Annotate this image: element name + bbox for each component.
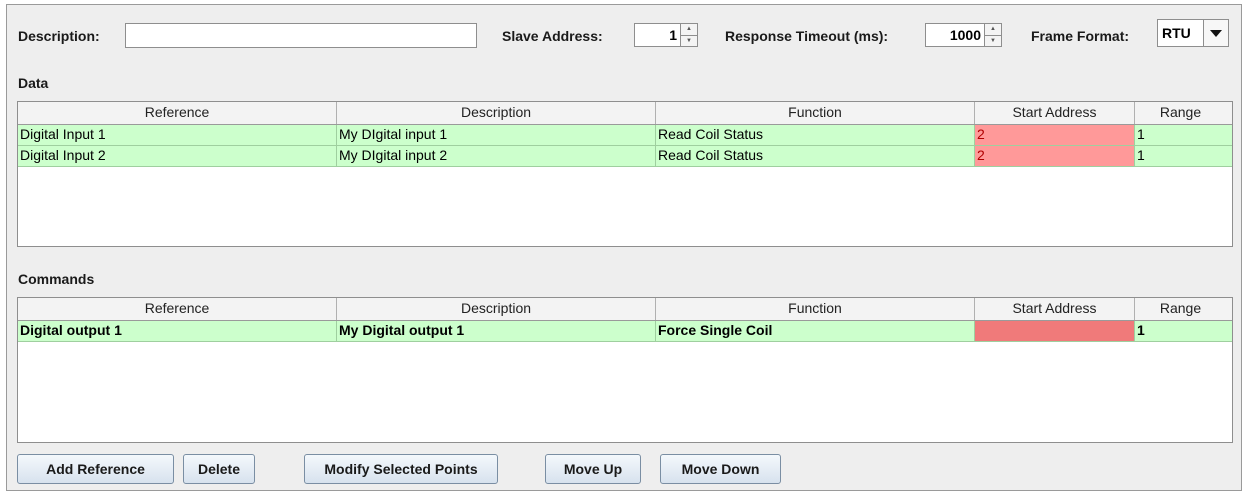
column-header-description[interactable]: Description xyxy=(337,102,656,124)
cell-function[interactable]: Force Single Coil xyxy=(656,321,975,341)
cell-range[interactable]: 1 xyxy=(1135,125,1226,145)
slave-address-spinner[interactable]: 1 ▲ ▼ xyxy=(634,23,698,47)
cell-description[interactable]: My DIgital input 1 xyxy=(337,125,656,145)
column-header-description[interactable]: Description xyxy=(337,298,656,320)
cell-range[interactable]: 1 xyxy=(1135,146,1226,166)
modify-selected-points-button[interactable]: Modify Selected Points xyxy=(304,454,498,484)
spinner-up-icon[interactable]: ▲ xyxy=(681,24,697,35)
cell-description[interactable]: My DIgital input 2 xyxy=(337,146,656,166)
description-label: Description: xyxy=(18,28,100,44)
response-timeout-spinner[interactable]: 1000 ▲ ▼ xyxy=(925,23,1002,47)
column-header-range[interactable]: Range xyxy=(1135,298,1226,320)
column-header-range[interactable]: Range xyxy=(1135,102,1226,124)
commands-section-title: Commands xyxy=(18,271,95,287)
frame-format-value: RTU xyxy=(1162,25,1191,41)
table-row[interactable]: Digital Input 2 My DIgital input 2 Read … xyxy=(18,146,1232,167)
cell-range[interactable]: 1 xyxy=(1135,321,1226,341)
column-header-start-address[interactable]: Start Address xyxy=(975,102,1135,124)
slave-address-label: Slave Address: xyxy=(502,28,603,44)
commands-table-header: Reference Description Function Start Add… xyxy=(18,298,1232,321)
column-header-reference[interactable]: Reference xyxy=(18,298,337,320)
cell-reference[interactable]: Digital Input 2 xyxy=(18,146,337,166)
spinner-down-icon[interactable]: ▼ xyxy=(681,34,697,46)
commands-table[interactable]: Reference Description Function Start Add… xyxy=(17,297,1233,443)
table-row[interactable]: Digital output 1 My Digital output 1 For… xyxy=(18,321,1232,342)
dropdown-arrow-icon[interactable] xyxy=(1203,20,1228,46)
response-timeout-label: Response Timeout (ms): xyxy=(725,28,889,44)
move-down-button[interactable]: Move Down xyxy=(660,454,781,484)
column-header-function[interactable]: Function xyxy=(656,102,975,124)
table-row[interactable]: Digital Input 1 My DIgital input 1 Read … xyxy=(18,125,1232,146)
cell-start-address[interactable] xyxy=(975,321,1135,341)
cell-start-address[interactable]: 2 xyxy=(975,146,1135,166)
cell-reference[interactable]: Digital output 1 xyxy=(18,321,337,341)
column-header-start-address[interactable]: Start Address xyxy=(975,298,1135,320)
response-timeout-value[interactable]: 1000 xyxy=(926,24,984,46)
column-header-function[interactable]: Function xyxy=(656,298,975,320)
frame-format-select[interactable]: RTU xyxy=(1157,19,1229,47)
cell-function[interactable]: Read Coil Status xyxy=(656,125,975,145)
spinner-down-icon[interactable]: ▼ xyxy=(985,34,1001,46)
cell-start-address[interactable]: 2 xyxy=(975,125,1135,145)
description-input[interactable] xyxy=(125,23,477,48)
spinner-up-icon[interactable]: ▲ xyxy=(985,24,1001,35)
cell-reference[interactable]: Digital Input 1 xyxy=(18,125,337,145)
data-table[interactable]: Reference Description Function Start Add… xyxy=(17,101,1233,247)
add-reference-button[interactable]: Add Reference xyxy=(17,454,174,484)
modbus-config-panel: Description: Slave Address: 1 ▲ ▼ Respon… xyxy=(6,4,1242,491)
cell-function[interactable]: Read Coil Status xyxy=(656,146,975,166)
column-header-reference[interactable]: Reference xyxy=(18,102,337,124)
cell-description[interactable]: My Digital output 1 xyxy=(337,321,656,341)
frame-format-label: Frame Format: xyxy=(1031,28,1130,44)
delete-button[interactable]: Delete xyxy=(183,454,255,484)
data-section-title: Data xyxy=(18,75,49,91)
data-table-header: Reference Description Function Start Add… xyxy=(18,102,1232,125)
slave-address-value[interactable]: 1 xyxy=(635,24,680,46)
move-up-button[interactable]: Move Up xyxy=(545,454,641,484)
